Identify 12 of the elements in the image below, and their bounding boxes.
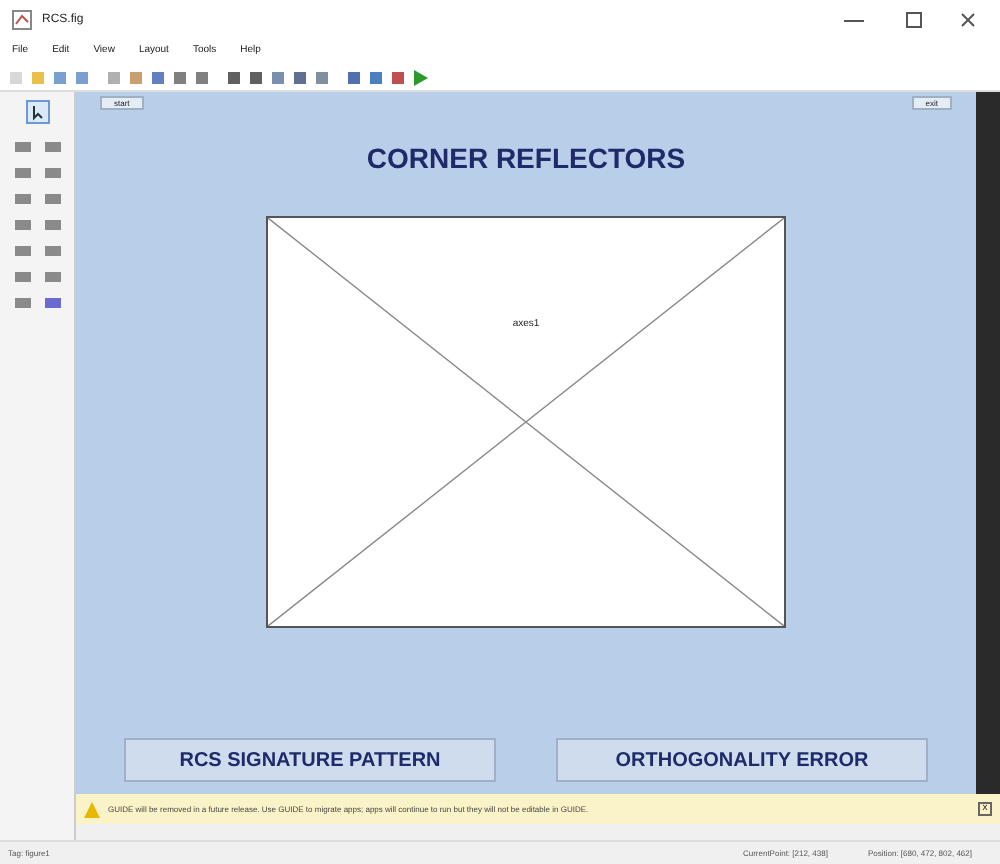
figure-icon (12, 10, 32, 30)
vertical-scrollbar[interactable] (976, 92, 1000, 794)
minimize-button[interactable] (844, 19, 864, 21)
push-button[interactable]: ORTHOGONALITY ERROR (556, 738, 928, 782)
push-button[interactable]: RCS SIGNATURE PATTERN (124, 738, 496, 782)
heading-text: CORNER REFLECTORS (366, 140, 686, 178)
run-icon[interactable] (412, 69, 428, 85)
warning-icon (84, 801, 100, 817)
pointer-tool-icon[interactable] (25, 100, 49, 124)
horizontal-scrollbar[interactable] (76, 824, 1000, 840)
close-icon[interactable] (960, 12, 976, 28)
maximize-button[interactable] (906, 12, 922, 28)
